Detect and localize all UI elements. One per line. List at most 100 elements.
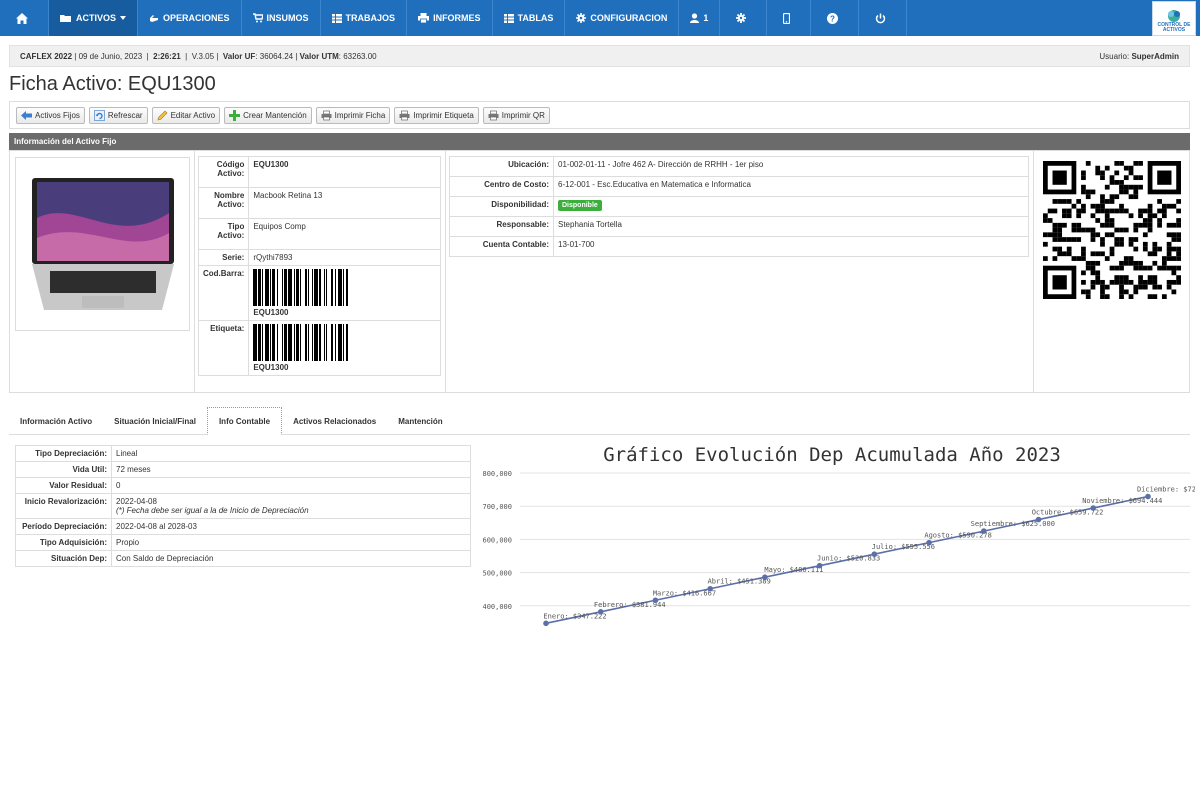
editar-activo-label: Editar Activo xyxy=(170,110,216,120)
qr-module xyxy=(1123,165,1129,171)
imprimir-qr-label: Imprimir QR xyxy=(501,110,545,120)
imprimir-etiqueta-button[interactable]: Imprimir Etiqueta xyxy=(394,106,479,124)
qr-module xyxy=(1161,256,1167,261)
qr-module xyxy=(1123,279,1129,285)
qr-module xyxy=(1109,199,1115,204)
table-row: Disponibilidad: Disponible xyxy=(449,196,1029,217)
qr-module xyxy=(1100,279,1105,285)
qr-module xyxy=(1052,227,1058,233)
qr-module xyxy=(1123,208,1129,214)
nav-operaciones[interactable]: OPERACIONES xyxy=(138,0,242,36)
logout-button[interactable] xyxy=(859,0,908,36)
qr-module xyxy=(1119,189,1124,195)
qr-module xyxy=(1090,260,1096,266)
nav-informes-label: INFORMES xyxy=(433,13,481,23)
crear-mantencion-button[interactable]: Crear Mantención xyxy=(224,106,312,124)
qr-module xyxy=(1109,279,1115,285)
qr-module xyxy=(1090,251,1096,257)
tab-informacion-activo[interactable]: Información Activo xyxy=(9,407,103,435)
qr-module xyxy=(1171,203,1177,209)
qr-module xyxy=(1133,246,1139,252)
qr-module xyxy=(1138,213,1143,219)
nav-informes[interactable]: INFORMES xyxy=(407,0,493,36)
qr-module xyxy=(1081,175,1086,181)
qr-module xyxy=(1081,170,1086,176)
mobile-button[interactable] xyxy=(767,0,812,36)
settings-button[interactable] xyxy=(720,0,768,36)
qr-module xyxy=(1171,246,1177,252)
vida-util-label: Vida Util: xyxy=(15,461,112,478)
qr-module xyxy=(1081,227,1086,233)
qr-module xyxy=(1052,208,1058,214)
nombre-value: Macbook Retina 13 xyxy=(248,187,441,219)
qr-module xyxy=(1104,222,1110,228)
qr-module xyxy=(1109,175,1115,181)
data-label: Diciembre: $729.167 xyxy=(1137,486,1195,494)
home-button[interactable] xyxy=(0,0,49,36)
inicio-value: 2022-04-08 xyxy=(116,497,157,506)
crear-mantencion-label: Crear Mantención xyxy=(243,110,307,120)
power-icon xyxy=(876,13,886,23)
depreciation-chart: Gráfico Evolución Dep Acumulada Año 2023… xyxy=(482,444,1195,627)
qr-module xyxy=(1157,222,1162,228)
page-title: Ficha Activo: EQU1300 xyxy=(9,73,216,95)
inicio-note: (*) Fecha debe ser igual a la de Inicio … xyxy=(116,506,309,515)
imprimir-ficha-button[interactable]: Imprimir Ficha xyxy=(315,106,391,124)
help-button[interactable]: ? xyxy=(811,0,860,36)
qr-module xyxy=(1128,256,1134,261)
qr-module xyxy=(1052,256,1058,261)
inicio-label: Inicio Revalorización: xyxy=(15,493,112,519)
tab-mantencion[interactable]: Mantención xyxy=(387,407,453,435)
activos-fijos-button[interactable]: Activos Fijos xyxy=(16,106,85,124)
qr-module xyxy=(1081,256,1086,261)
qr-module xyxy=(1090,203,1096,209)
imprimir-qr-button[interactable]: Imprimir QR xyxy=(482,106,550,124)
qr-module xyxy=(1062,208,1067,214)
qr-module xyxy=(1114,180,1120,185)
nav-trabajos-label: TRABAJOS xyxy=(345,13,396,23)
qr-module xyxy=(1085,194,1091,200)
data-label: Noviembre: $694.444 xyxy=(1082,497,1162,505)
tab-info-contable[interactable]: Info Contable xyxy=(206,407,283,435)
qr-module xyxy=(1114,237,1120,242)
data-point xyxy=(871,551,878,557)
nav-tablas[interactable]: TABLAS xyxy=(493,0,566,36)
qr-module xyxy=(1104,199,1110,204)
qr-module xyxy=(1157,199,1162,204)
centro-value: 6-12-001 - Esc.Educativa en Matematica e… xyxy=(553,176,1029,197)
qr-module xyxy=(1152,251,1158,257)
qr-module xyxy=(1057,246,1063,252)
qr-module xyxy=(1128,165,1134,171)
refrescar-button[interactable]: Refrescar xyxy=(88,106,148,124)
qr-module xyxy=(1142,222,1148,228)
qr-module xyxy=(1128,194,1134,200)
qr-module xyxy=(1119,275,1124,280)
nav-user[interactable]: 1 xyxy=(679,0,721,36)
codbarra-label: Cod.Barra: xyxy=(197,265,250,321)
user-count: 1 xyxy=(703,13,709,23)
nav-insumos[interactable]: INSUMOS xyxy=(242,0,321,36)
qr-module xyxy=(1109,180,1115,185)
tab-situacion[interactable]: Situación Inicial/Final xyxy=(103,407,207,435)
tab-activos-relacionados[interactable]: Activos Relacionados xyxy=(282,407,387,435)
hand-icon xyxy=(150,15,159,22)
vida-util-value: 72 meses xyxy=(111,461,471,478)
table-row: Vida Util: 72 meses xyxy=(15,461,471,478)
qr-module xyxy=(1085,265,1091,271)
nav-activos[interactable]: ACTIVOS xyxy=(49,0,139,36)
nav-trabajos[interactable]: TRABAJOS xyxy=(321,0,408,36)
qr-module xyxy=(1119,237,1124,242)
editar-activo-button[interactable]: Editar Activo xyxy=(151,106,221,124)
qr-module xyxy=(1138,184,1143,190)
nav-configuracion[interactable]: CONFIGURACION xyxy=(565,0,680,36)
qr-module xyxy=(1109,251,1115,257)
qr-module xyxy=(1085,189,1091,195)
logo-emblem-icon xyxy=(1168,10,1180,22)
qr-module xyxy=(1147,275,1153,280)
table-row: Tipo Depreciación: Lineal xyxy=(15,445,471,462)
qr-module xyxy=(1171,222,1177,228)
current-time: 2:26:21 xyxy=(153,51,181,61)
qr-module xyxy=(1133,161,1139,166)
qr-module xyxy=(1119,180,1124,185)
qr-module xyxy=(1142,246,1148,252)
